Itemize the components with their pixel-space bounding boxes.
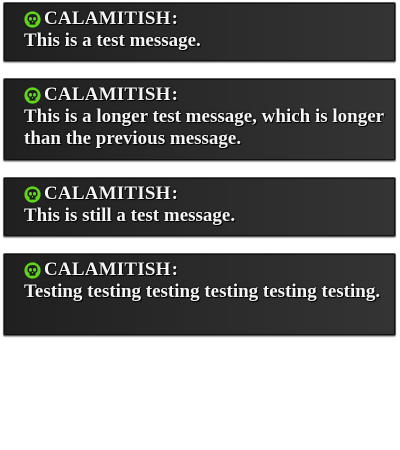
alien-skull-icon <box>24 10 41 28</box>
author-separator: : <box>171 183 179 204</box>
message-header: CALAMITISH: <box>24 8 385 30</box>
chat-message: CALAMITISH: This is still a test message… <box>3 177 396 237</box>
message-text: This is still a test message. <box>24 205 236 226</box>
message-header: CALAMITISH: <box>24 183 385 205</box>
author-name: CALAMITISH <box>44 84 171 105</box>
chat-message: CALAMITISH: Testing testing testing test… <box>3 253 396 336</box>
alien-skull-icon <box>24 185 41 203</box>
message-text: Testing testing testing testing testing … <box>24 281 381 302</box>
alien-skull-icon <box>24 261 41 279</box>
author-separator: : <box>171 259 179 280</box>
message-text: This is a test message. <box>24 30 201 51</box>
author-name: CALAMITISH <box>44 8 171 29</box>
alien-skull-icon <box>24 86 41 104</box>
author-name: CALAMITISH <box>44 183 171 204</box>
message-text: This is a longer test message, which is … <box>24 106 384 149</box>
author-name: CALAMITISH <box>44 259 171 280</box>
author-separator: : <box>171 84 179 105</box>
message-header: CALAMITISH: <box>24 84 385 106</box>
author-separator: : <box>171 8 179 29</box>
chat-message: CALAMITISH: This is a test message. <box>3 2 396 62</box>
chat-message: CALAMITISH: This is a longer test messag… <box>3 78 396 161</box>
message-header: CALAMITISH: <box>24 259 385 281</box>
